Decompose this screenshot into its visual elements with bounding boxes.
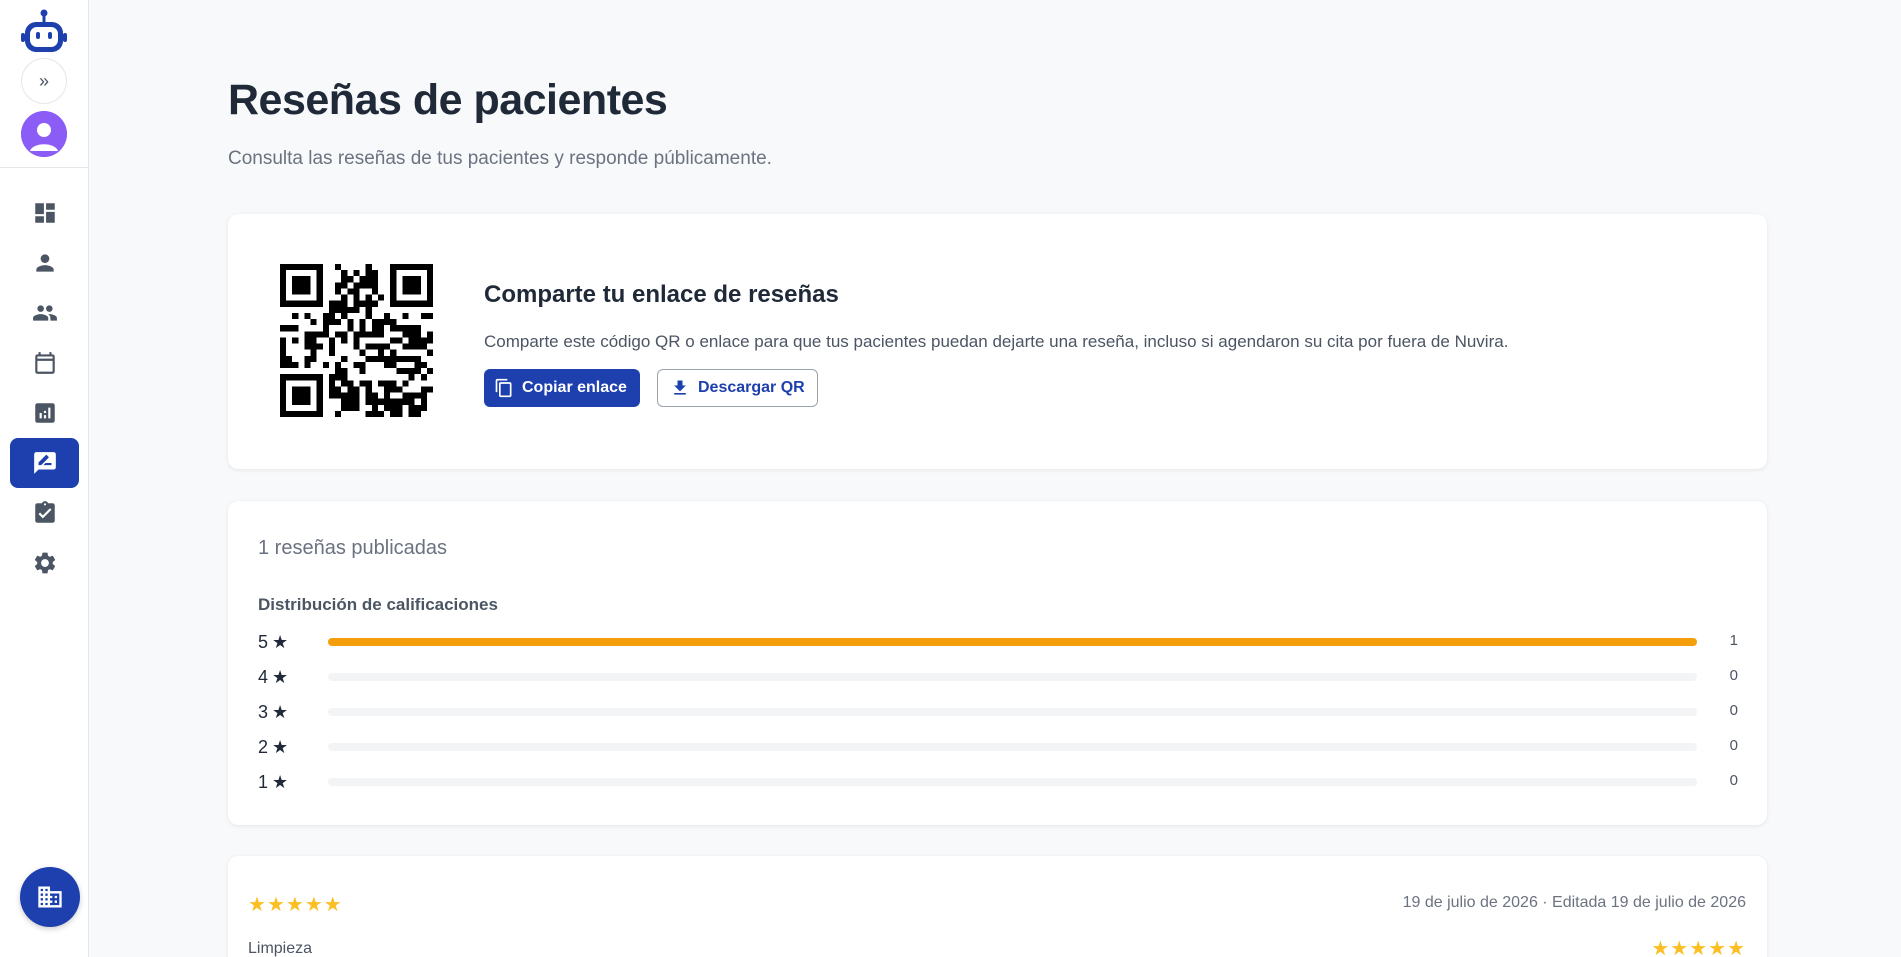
organization-button[interactable] — [20, 867, 80, 927]
analytics-icon — [34, 403, 55, 423]
settings-icon — [34, 552, 55, 574]
rating-label: 1 ★ — [258, 770, 288, 794]
star-icon: ★ — [272, 736, 289, 757]
reviews-icon — [33, 452, 56, 474]
distribution-row: 1 ★ 0 — [258, 770, 1738, 805]
sidebar-item-settings[interactable] — [10, 538, 79, 588]
review-rating-stars: ★★★★★ — [248, 892, 343, 917]
share-card-description: Comparte este código QR o enlace para qu… — [484, 332, 1509, 351]
rating-label: 4 ★ — [258, 665, 288, 689]
page-title: Reseñas de pacientes — [228, 76, 668, 124]
copy-link-button[interactable]: Copiar enlace — [484, 369, 640, 407]
star-icon: ★ — [272, 771, 289, 792]
sidebar-item-analytics[interactable] — [10, 388, 79, 438]
calendar-icon — [34, 352, 55, 374]
rating-label: 2 ★ — [258, 735, 288, 759]
distribution-row: 3 ★ 0 — [258, 700, 1738, 735]
review-date: 19 de julio de 2026 · Editada 19 de juli… — [1402, 894, 1746, 911]
rating-bar-track — [328, 743, 1697, 751]
rating-value: 3 — [258, 701, 269, 722]
star-icon: ★ — [1708, 938, 1728, 957]
building-icon — [38, 886, 62, 908]
rating-value: 5 — [258, 631, 269, 652]
sidebar-item-patients[interactable] — [10, 288, 79, 338]
star-icon: ★ — [1689, 938, 1709, 957]
chevron-double-right-icon: » — [38, 70, 49, 91]
distribution-row: 4 ★ 0 — [258, 665, 1738, 700]
rating-bar-track — [328, 708, 1697, 716]
review-category-stars: ★★★★★ — [1651, 936, 1746, 957]
sidebar-item-profile[interactable] — [10, 238, 79, 288]
share-card-title: Comparte tu enlace de reseñas — [484, 281, 839, 308]
rating-label: 3 ★ — [258, 700, 288, 724]
rating-count: 0 — [1729, 702, 1738, 719]
sidebar-item-calendar[interactable] — [10, 338, 79, 388]
distribution-row: 5 ★ 1 — [258, 630, 1738, 665]
download-qr-label: Descargar QR — [698, 379, 805, 396]
rating-label: 5 ★ — [258, 630, 288, 654]
avatar[interactable] — [21, 111, 67, 157]
rating-bar-track — [328, 638, 1697, 646]
sidebar: » — [0, 0, 89, 957]
expand-sidebar-button[interactable]: » — [21, 58, 67, 104]
distribution-row: 2 ★ 0 — [258, 735, 1738, 770]
sidebar-item-dashboard[interactable] — [10, 188, 79, 238]
rating-count: 0 — [1729, 772, 1738, 789]
rating-bar-track — [328, 778, 1697, 786]
star-icon: ★ — [1727, 938, 1746, 957]
dashboard-icon — [34, 203, 55, 223]
star-icon: ★ — [248, 894, 267, 916]
star-icon: ★ — [323, 894, 343, 916]
tasks-icon — [34, 501, 55, 523]
share-link-card: Comparte tu enlace de reseñas Comparte e… — [228, 214, 1767, 469]
rating-value: 1 — [258, 771, 269, 792]
review-card: ★★★★★ 19 de julio de 2026 · Editada 19 d… — [228, 856, 1767, 957]
user-avatar-icon — [21, 111, 67, 157]
star-icon: ★ — [1670, 938, 1690, 957]
sidebar-item-reviews[interactable] — [10, 438, 79, 488]
star-icon: ★ — [272, 631, 289, 652]
distribution-title: Distribución de calificaciones — [258, 595, 498, 614]
qr-code — [280, 264, 433, 417]
download-qr-button[interactable]: Descargar QR — [657, 369, 818, 407]
star-icon: ★ — [272, 701, 289, 722]
sidebar-item-tasks[interactable] — [10, 488, 79, 538]
rating-count: 0 — [1729, 667, 1738, 684]
download-icon — [674, 380, 686, 395]
rating-count: 0 — [1729, 737, 1738, 754]
review-category-label: Limpieza — [248, 940, 313, 957]
star-icon: ★ — [285, 894, 305, 916]
copy-link-label: Copiar enlace — [522, 379, 627, 396]
published-reviews-count: 1 reseñas publicadas — [258, 537, 448, 559]
star-icon: ★ — [272, 666, 289, 687]
star-icon: ★ — [304, 894, 324, 916]
rating-value: 2 — [258, 736, 269, 757]
distribution-rows: 5 ★ 1 4 ★ 0 3 ★ 0 2 ★ 0 1 ★ 0 — [258, 630, 1738, 805]
robot-logo-icon[interactable] — [19, 8, 69, 58]
rating-bar-fill — [328, 638, 1697, 646]
page-subtitle: Consulta las reseñas de tus pacientes y … — [228, 148, 772, 169]
rating-count: 1 — [1729, 632, 1738, 649]
sidebar-divider — [0, 167, 89, 168]
rating-value: 4 — [258, 666, 269, 687]
rating-distribution-card: 1 reseñas publicadas Distribución de cal… — [228, 501, 1767, 825]
sidebar-nav — [10, 188, 79, 588]
person-icon — [35, 254, 54, 272]
people-icon — [32, 305, 57, 321]
copy-icon — [495, 378, 512, 398]
star-icon: ★ — [1651, 938, 1671, 957]
rating-bar-track — [328, 673, 1697, 681]
star-icon: ★ — [266, 894, 286, 916]
